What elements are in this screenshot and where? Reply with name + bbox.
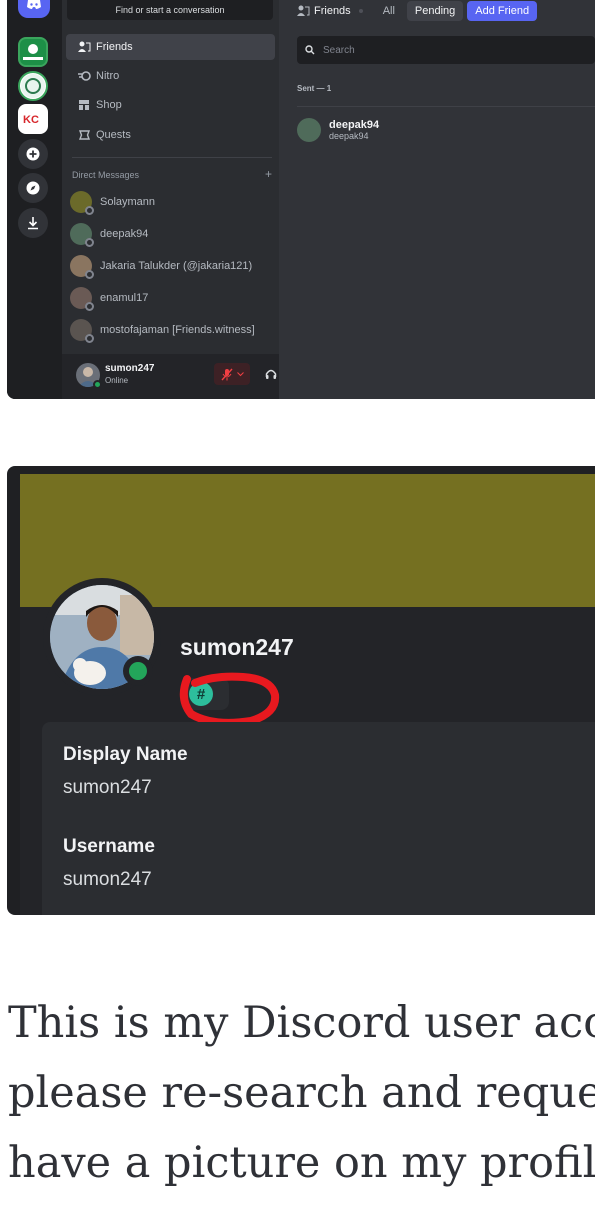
status-offline-icon (85, 334, 94, 343)
avatar (297, 118, 321, 142)
server-icon-community[interactable] (18, 71, 48, 101)
sent-count-label: Sent — 1 (297, 84, 332, 93)
server-logo-icon: KC (20, 106, 46, 132)
svg-text:KC: KC (23, 114, 39, 126)
server-logo-icon (21, 74, 45, 98)
pending-request-row[interactable]: deepak94 deepak94 (297, 114, 595, 146)
dm-name: Jakaria Talukder (@jakaria121) (100, 260, 253, 272)
user-status: Online (105, 376, 129, 385)
search-icon (305, 45, 315, 55)
avatar (70, 287, 94, 311)
dm-name: deepak94 (100, 228, 149, 240)
dm-sidebar: Find or start a conversation Friends Nit… (62, 0, 334, 399)
profile-display-name: sumon247 (180, 634, 294, 660)
post-text-line: please re-search and request (8, 1068, 595, 1118)
discord-logo-icon (27, 0, 41, 9)
search-input[interactable] (321, 43, 581, 57)
shop-icon (72, 99, 96, 111)
post-text-line: have a picture on my profile. (8, 1138, 595, 1188)
username-label: Username (63, 836, 155, 857)
divider (72, 157, 272, 158)
server-icon-teaching[interactable] (18, 37, 48, 67)
friends-icon (72, 41, 96, 53)
dm-item[interactable]: deepak94 (70, 220, 275, 248)
dm-item[interactable]: mostofajaman [Friends.witness] (70, 316, 275, 344)
display-name-value: sumon247 (63, 777, 152, 798)
post-text-line: This is my Discord user acco (8, 998, 595, 1048)
avatar (70, 255, 94, 279)
friends-title: Friends (314, 5, 351, 17)
status-online-icon (129, 662, 147, 680)
dm-name: Solaymann (100, 196, 156, 208)
dm-name: enamul17 (100, 292, 149, 304)
dm-item[interactable]: enamul17 (70, 284, 275, 312)
direct-messages-header: Direct Messages + (72, 168, 272, 180)
avatar (70, 319, 94, 343)
mic-muted-icon (220, 368, 233, 380)
user-name[interactable]: sumon247 (105, 363, 154, 374)
add-friend-button[interactable]: Add Friend (467, 1, 538, 21)
dm-name: mostofajaman [Friends.witness] (100, 324, 255, 336)
tab-all[interactable]: All (375, 1, 403, 21)
nav-quests[interactable]: Quests (66, 122, 275, 148)
pending-username: deepak94 (329, 131, 369, 141)
friends-top-bar: Friends All Pending Add Friend (279, 0, 595, 22)
plus-circle-icon (26, 147, 40, 161)
red-circle-annotation (179, 672, 280, 725)
separator-dot (358, 9, 363, 13)
nav-shop[interactable]: Shop (66, 92, 275, 118)
nav-nitro[interactable]: Nitro (66, 63, 275, 89)
status-offline-icon (85, 238, 94, 247)
quests-icon (72, 129, 96, 141)
pending-display-name: deepak94 (329, 119, 380, 131)
divider (297, 106, 595, 107)
discord-client-screenshot: KC Find or start a conversation Friends … (7, 0, 595, 399)
nav-label: Nitro (96, 70, 120, 82)
status-offline-icon (85, 206, 94, 215)
nitro-icon (72, 71, 96, 81)
nav-friends[interactable]: Friends (66, 34, 275, 60)
display-name-label: Display Name (63, 744, 188, 765)
nav-label: Quests (96, 129, 131, 141)
dm-item[interactable]: Solaymann (70, 188, 275, 216)
status-online-icon (93, 380, 102, 389)
dm-header-label: Direct Messages (72, 170, 140, 180)
avatar (70, 191, 94, 215)
discover-button[interactable] (18, 173, 48, 203)
download-apps-button[interactable] (18, 208, 48, 238)
compass-icon (26, 181, 40, 195)
tab-pending[interactable]: Pending (406, 1, 464, 21)
server-icon-kc[interactable]: KC (18, 104, 48, 134)
find-conversation-button[interactable]: Find or start a conversation (67, 0, 273, 20)
server-rail: KC (7, 0, 62, 399)
pending-request-info: deepak94 deepak94 (329, 119, 379, 141)
profile-screenshot: sumon247 # Display Name sumon247 Usernam… (7, 466, 595, 915)
create-dm-button[interactable]: + (265, 168, 272, 180)
dm-item[interactable]: Jakaria Talukder (@jakaria121) (70, 252, 275, 280)
avatar (70, 223, 94, 247)
username-value: sumon247 (63, 869, 152, 890)
nav-label: Friends (96, 41, 133, 53)
chevron-down-icon (236, 371, 244, 376)
friends-icon (297, 5, 310, 16)
download-icon (28, 217, 38, 230)
discord-home-button[interactable] (18, 0, 50, 18)
status-offline-icon (85, 270, 94, 279)
server-logo-icon (20, 39, 46, 65)
friends-search-box[interactable] (297, 36, 595, 64)
mute-button[interactable] (214, 363, 250, 385)
nav-label: Shop (96, 99, 122, 111)
add-server-button[interactable] (18, 139, 48, 169)
headphones-icon (265, 369, 276, 379)
status-offline-icon (85, 302, 94, 311)
friends-main-panel: Friends All Pending Add Friend Sent — 1 … (279, 0, 595, 399)
post-text: This is my Discord user acco please re-s… (8, 988, 595, 1198)
